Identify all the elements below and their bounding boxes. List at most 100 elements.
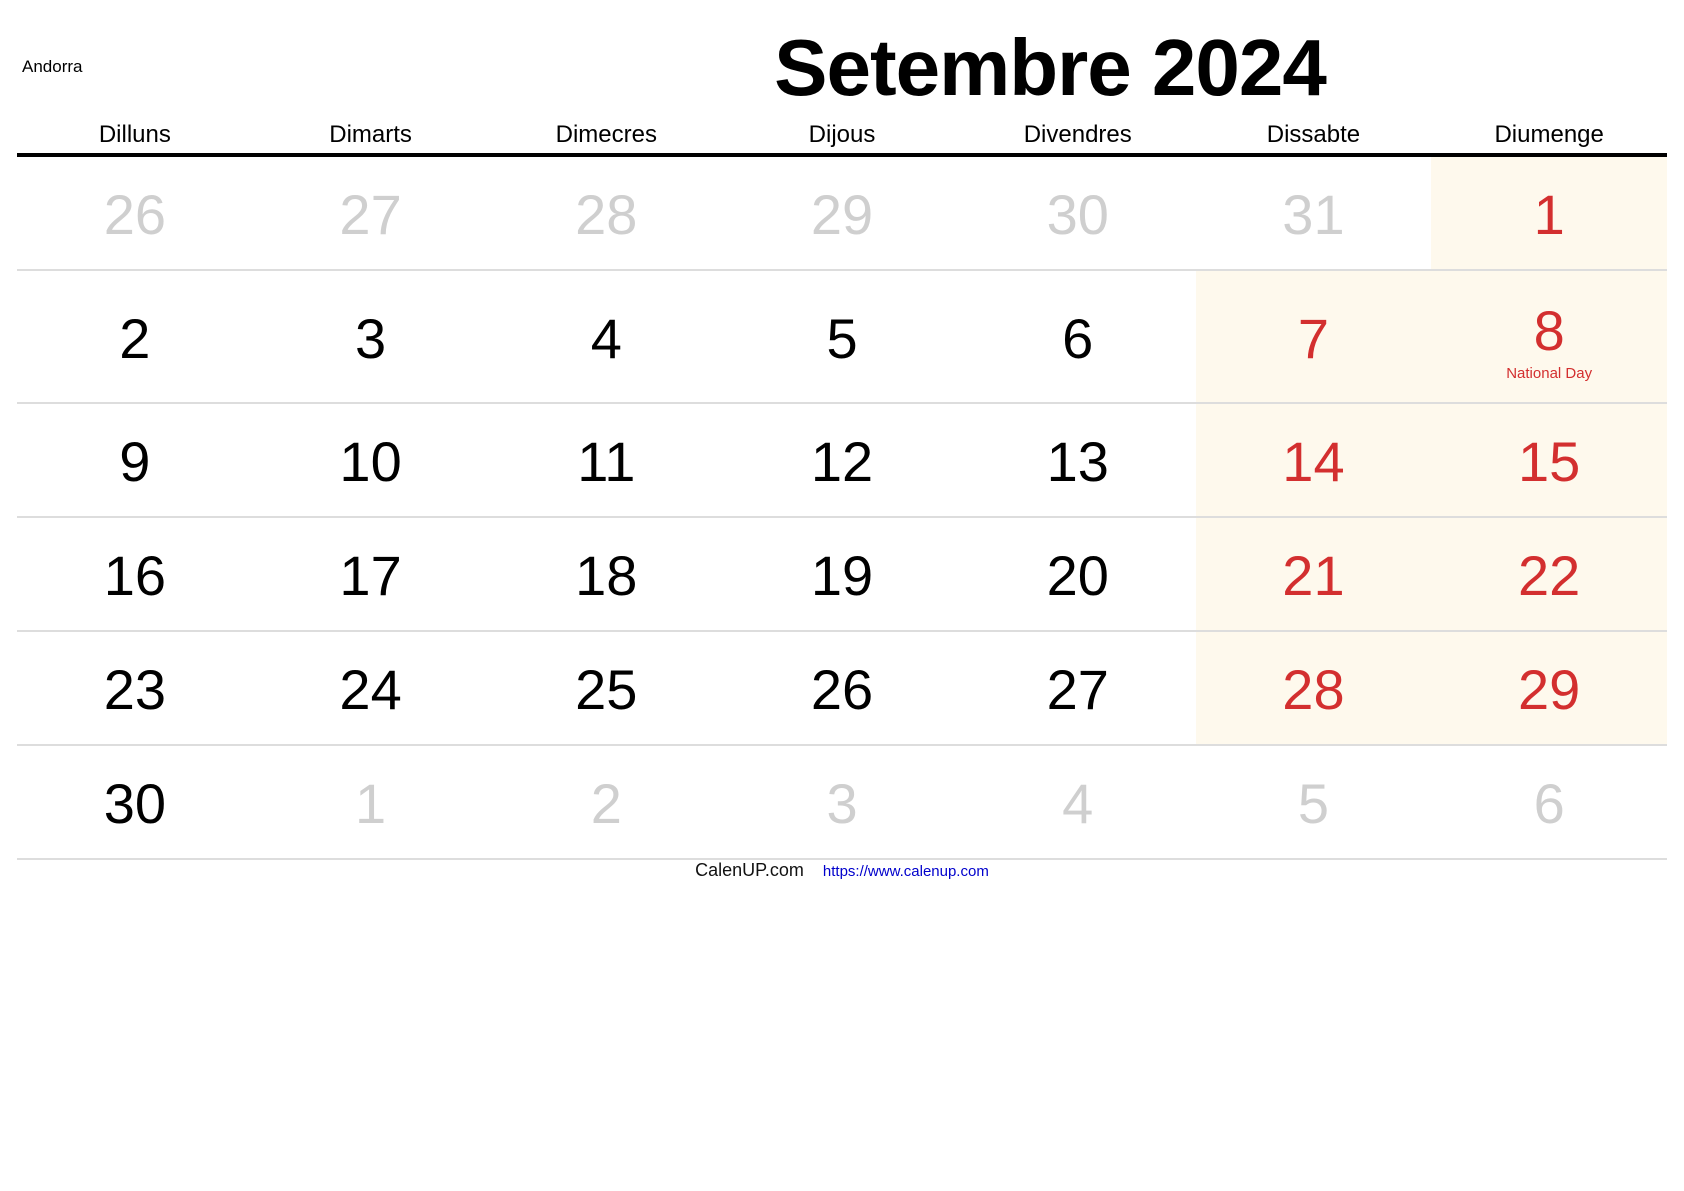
day-number: 15 (1518, 430, 1581, 493)
day-number: 5 (826, 307, 858, 370)
week-row: 2 3 4 5 6 7 8 National Day (17, 271, 1668, 404)
week-row: 23 24 25 26 27 28 29 (17, 632, 1668, 746)
day-number: 11 (577, 430, 636, 493)
day-cell: 6 (960, 271, 1196, 402)
week-row: 16 17 18 19 20 21 22 (17, 518, 1668, 632)
day-number: 10 (339, 430, 402, 493)
weekday-header: Dissabte (1266, 121, 1361, 148)
day-number: 3 (355, 307, 387, 370)
weekday-header-row: Dilluns Dimarts Dimecres Dijous Divendre… (17, 116, 1667, 157)
day-number: 31 (1282, 183, 1345, 246)
day-number: 16 (103, 544, 166, 607)
day-cell: 4 (488, 271, 724, 402)
weekday-header: Dijous (808, 121, 876, 148)
day-number: 29 (810, 183, 874, 246)
day-number: 9 (119, 430, 151, 493)
day-cell: 27 (960, 632, 1196, 744)
day-cell: 31 (1196, 157, 1432, 269)
day-number: 1 (355, 772, 387, 835)
day-cell: 20 (960, 518, 1196, 630)
calendar-title: Setembre 2024 (774, 23, 1327, 112)
day-cell: 11 (488, 404, 724, 516)
day-cell: 13 (960, 404, 1196, 516)
day-number: 13 (1046, 430, 1109, 493)
day-number: 29 (1518, 658, 1581, 721)
day-number: 5 (1297, 772, 1330, 835)
day-cell: 3 (724, 746, 960, 858)
day-cell: 26 (17, 157, 253, 269)
weekday-header: Dimecres (555, 121, 657, 148)
day-cell: 23 (17, 632, 253, 744)
day-number: 1 (1533, 183, 1565, 246)
day-cell: 15 (1431, 404, 1668, 516)
day-number: 25 (575, 658, 638, 721)
day-cell: 7 (1195, 271, 1432, 402)
day-cell: 2 (488, 746, 724, 858)
day-number: 30 (1046, 183, 1109, 246)
day-cell: 30 (960, 157, 1196, 269)
day-cell: 5 (724, 271, 960, 402)
week-row: 26 27 28 29 30 31 1 (17, 157, 1668, 271)
day-cell: 14 (1195, 404, 1432, 516)
day-number: 30 (103, 772, 166, 835)
day-number: 3 (826, 772, 858, 835)
weekday-header: Diumenge (1494, 121, 1604, 148)
day-cell: 30 (17, 746, 253, 858)
day-cell: 25 (488, 632, 724, 744)
day-number: 28 (1282, 658, 1345, 721)
week-row: 9 10 11 12 13 14 15 (17, 404, 1668, 518)
weekday-header: Dimarts (329, 121, 412, 148)
day-cell: 26 (724, 632, 960, 744)
day-cell: 16 (17, 518, 253, 630)
day-number: 17 (339, 544, 402, 607)
day-cell: 19 (724, 518, 960, 630)
day-number: 7 (1297, 307, 1330, 370)
day-cell: 1 (253, 746, 489, 858)
day-cell: 21 (1195, 518, 1432, 630)
weekday-header: Dilluns (98, 121, 171, 148)
day-cell: 17 (253, 518, 489, 630)
day-number: 14 (1282, 430, 1345, 493)
footer-brand: CalenUP.com (695, 860, 804, 880)
day-cell: 12 (724, 404, 960, 516)
day-number: 26 (103, 183, 166, 246)
day-number: 4 (590, 307, 622, 370)
day-cell: 28 (488, 157, 724, 269)
weekday-header: Divendres (1023, 121, 1132, 148)
day-number: 21 (1282, 544, 1345, 607)
day-number: 26 (810, 658, 874, 721)
country-label: Andorra (22, 57, 83, 76)
day-number: 28 (575, 183, 638, 246)
week-row: 30 1 2 3 4 5 6 (17, 746, 1667, 860)
weeks-container: 26 27 28 29 30 31 1 2 3 4 5 6 7 8 National Day 9 10 11 12 1… (17, 157, 1668, 860)
day-cell: 29 (1431, 632, 1668, 744)
day-number: 22 (1518, 544, 1581, 607)
day-cell: 22 (1431, 518, 1668, 630)
day-number: 2 (590, 772, 622, 835)
day-number: 18 (575, 544, 638, 607)
day-cell: 1 (1431, 157, 1668, 269)
day-number: 23 (103, 658, 166, 721)
day-number: 4 (1062, 772, 1094, 835)
day-cell: 28 (1195, 632, 1432, 744)
day-number: 19 (810, 544, 874, 607)
day-cell: 29 (724, 157, 960, 269)
day-number: 24 (339, 658, 402, 721)
day-cell: 4 (960, 746, 1196, 858)
calendar-grid: Dilluns Dimarts Dimecres Dijous Divendre… (17, 116, 1668, 860)
day-number: 12 (810, 430, 874, 493)
day-cell: 27 (253, 157, 489, 269)
day-number: 27 (339, 183, 402, 246)
day-number: 20 (1046, 544, 1109, 607)
day-cell: 18 (488, 518, 724, 630)
day-cell: 5 (1196, 746, 1432, 858)
day-cell: 9 (17, 404, 253, 516)
day-cell: 10 (253, 404, 489, 516)
footer-link[interactable]: https://www.calenup.com (823, 863, 989, 880)
day-number: 8 (1533, 299, 1565, 362)
day-number: 6 (1062, 307, 1094, 370)
day-number: 2 (119, 307, 151, 370)
day-cell-holiday: 8 National Day (1431, 271, 1668, 402)
day-cell: 3 (253, 271, 489, 402)
day-number: 27 (1046, 658, 1109, 721)
